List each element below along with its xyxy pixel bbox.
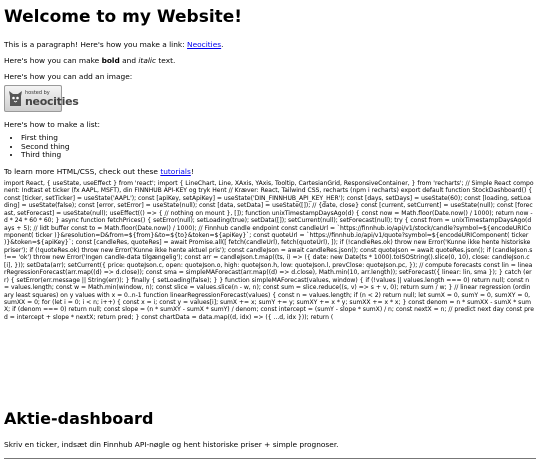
tutorial-text: To learn more HTML/CSS, check out these [4,166,161,176]
intro-paragraph: This is a paragraph! Here's how you make… [4,40,536,49]
thing-list: First thing Second thing Third thing [4,133,536,160]
dashboard-heading: Aktie-dashboard [4,408,154,428]
intro-text: This is a paragraph! Here's how you make… [4,40,188,49]
image-paragraph: Here's how you can add an image: [4,72,133,81]
list-item: First thing [21,133,536,143]
italic-text: italic [138,56,157,65]
format-text-c: text. [156,56,176,65]
neocities-link[interactable]: Neocities [187,40,221,49]
bold-text: bold [101,56,120,65]
page: Welcome to my Website! This is a paragra… [0,0,540,459]
tutorial-paragraph: To learn more HTML/CSS, check out these … [4,167,536,176]
tutorials-link[interactable]: tutorials [160,167,191,176]
list-paragraph: Here's how to make a list: [4,120,100,129]
format-paragraph: Here's how you can make bold and italic … [4,56,536,65]
page-title: Welcome to my Website! [4,7,243,27]
neocities-badge-image[interactable]: hosted by neocities [4,85,79,112]
badge-brand-text: neocities [25,95,79,108]
raw-code-text: import React, { useState, useEffect } fr… [4,179,534,321]
format-text-b: and [119,56,139,65]
format-text-a: Here's how you can make [4,56,102,65]
list-item: Third thing [21,151,536,160]
dashboard-description: Skriv en ticker, indsæt din Finnhub API-… [4,439,339,449]
intro-end: . [221,40,224,49]
list-item: Second thing [21,142,536,152]
tutorial-end: ! [190,166,194,176]
cat-logo-icon [8,90,23,111]
